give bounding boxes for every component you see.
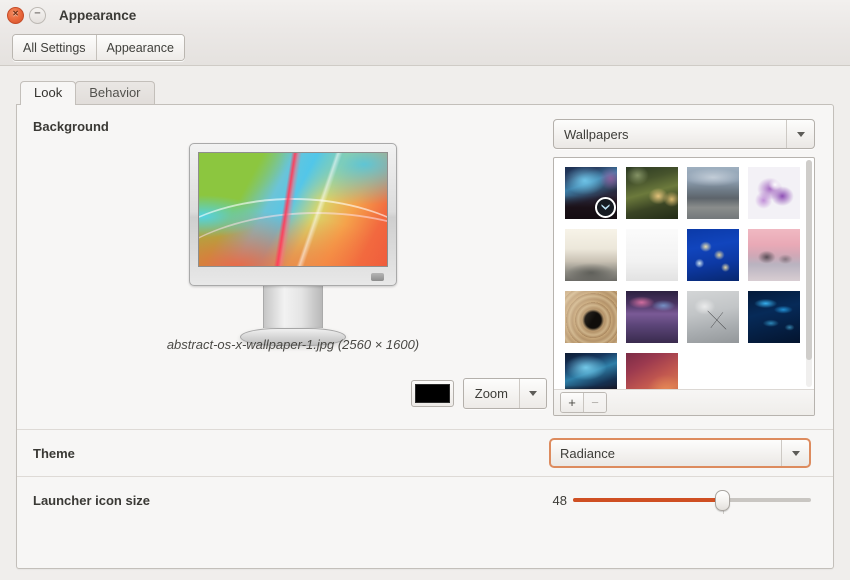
chevron-down-icon — [781, 440, 809, 466]
add-wallpaper-button[interactable]: + — [561, 393, 583, 412]
wallpaper-thumbnail[interactable] — [565, 291, 617, 343]
background-preview-area: Background abstract-os-x-wallpaper-1.jpg… — [33, 119, 553, 429]
scaling-mode-label: Zoom — [474, 386, 508, 401]
background-section: Background abstract-os-x-wallpaper-1.jpg… — [17, 105, 833, 429]
launcher-icon-size-value: 48 — [552, 492, 567, 508]
wallpaper-thumbnail[interactable] — [687, 167, 739, 219]
add-remove-button-group: + − — [560, 392, 607, 413]
wallpaper-grid — [554, 158, 814, 389]
background-controls: Zoom — [410, 378, 547, 409]
theme-section-title: Theme — [33, 445, 75, 461]
wallpaper-source-dropdown[interactable]: Wallpapers — [553, 119, 815, 149]
wallpaper-thumbnail[interactable] — [748, 167, 800, 219]
tab-look[interactable]: Look — [20, 81, 77, 105]
close-glyph: × — [12, 8, 19, 20]
wallpaper-thumbnail[interactable] — [565, 229, 617, 281]
window-body: Look Behavior Background abstract-os-x-w… — [0, 66, 850, 580]
scaling-mode-dropdown[interactable]: Zoom — [462, 378, 547, 409]
slider-handle[interactable] — [715, 490, 731, 511]
wallpaper-thumbnail[interactable] — [565, 353, 617, 389]
wallpaper-grid-actions: + − — [554, 389, 814, 415]
selected-wallpaper-check-icon — [595, 197, 616, 218]
toolbar: All Settings Appearance — [0, 30, 850, 66]
wallpaper-thumbnail[interactable] — [748, 291, 800, 343]
minimize-icon[interactable]: − — [29, 6, 46, 24]
wallpaper-thumbnail[interactable] — [626, 291, 678, 343]
all-settings-button[interactable]: All Settings — [13, 35, 96, 60]
wallpaper-grid-scrollbar[interactable] — [806, 160, 812, 387]
tab-behavior[interactable]: Behavior — [75, 81, 155, 104]
wallpaper-filename: abstract-os-x-wallpaper-1.jpg (2560 × 16… — [166, 337, 420, 352]
wallpaper-thumbnail[interactable] — [626, 167, 678, 219]
wallpaper-thumbnail[interactable] — [687, 229, 739, 281]
wallpaper-thumbnail[interactable] — [748, 229, 800, 281]
wallpaper-preview-screen — [198, 152, 388, 267]
wallpaper-thumbnail[interactable] — [626, 353, 678, 389]
launcher-icon-size-section: Launcher icon size 48 — [17, 476, 833, 523]
theme-section: Theme Radiance — [17, 429, 833, 476]
background-color-swatch[interactable] — [410, 380, 454, 407]
wallpaper-thumbnail[interactable] — [565, 167, 617, 219]
monitor-bezel — [189, 143, 397, 286]
launcher-icon-size-slider-wrap: 48 — [549, 490, 811, 514]
wallpaper-thumbnail[interactable] — [687, 291, 739, 343]
appearance-button[interactable]: Appearance — [95, 35, 184, 60]
minimize-glyph: − — [34, 7, 41, 19]
wallpaper-source-label: Wallpapers — [564, 126, 629, 142]
chevron-down-icon — [519, 379, 546, 408]
launcher-section-title: Launcher icon size — [33, 492, 151, 508]
wallpaper-chooser: Wallpapers + − — [553, 119, 817, 429]
navigation-button-group: All Settings Appearance — [12, 34, 185, 61]
wallpaper-grid-frame: + − — [553, 157, 815, 416]
close-icon[interactable]: × — [7, 6, 24, 24]
background-section-title: Background — [33, 119, 109, 134]
window-titlebar: × − Appearance — [0, 0, 850, 30]
look-panel: Background abstract-os-x-wallpaper-1.jpg… — [16, 104, 834, 569]
theme-selected-label: Radiance — [560, 445, 615, 461]
window-title: Appearance — [59, 7, 137, 23]
wallpaper-grid-scroll — [554, 158, 814, 389]
monitor-preview — [189, 143, 397, 346]
chevron-down-icon — [786, 120, 814, 148]
launcher-icon-size-slider[interactable] — [573, 490, 811, 514]
wallpaper-thumbnail[interactable] — [626, 229, 678, 281]
monitor-power-led — [371, 273, 384, 281]
theme-dropdown[interactable]: Radiance — [549, 438, 811, 468]
slider-fill — [573, 498, 723, 502]
remove-wallpaper-button[interactable]: − — [583, 393, 606, 412]
tab-bar: Look Behavior — [16, 80, 834, 105]
monitor-stand-neck — [263, 286, 323, 328]
scrollbar-thumb[interactable] — [806, 160, 812, 360]
